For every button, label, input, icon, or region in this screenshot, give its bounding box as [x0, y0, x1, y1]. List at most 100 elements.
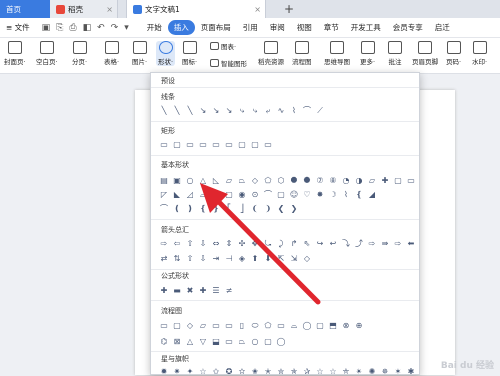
icon-button[interactable]: 图标·	[182, 41, 197, 66]
shape-option-icon[interactable]: ⇄	[159, 254, 169, 263]
shape-option-icon[interactable]: ❴	[354, 190, 364, 199]
shape-option-icon[interactable]: ▭	[211, 140, 221, 149]
shape-option-icon[interactable]: ⯃	[289, 176, 299, 185]
shape-option-icon[interactable]: ❵	[211, 204, 221, 213]
picture-button[interactable]: 图片·	[132, 41, 147, 66]
shape-option-icon[interactable]: ⊙	[250, 190, 260, 199]
shape-option-icon[interactable]: ◯	[276, 337, 286, 346]
shape-option-icon[interactable]: ◇	[302, 254, 312, 263]
shape-option-icon[interactable]: ↩	[328, 239, 338, 248]
shape-option-icon[interactable]: ⊗	[341, 321, 351, 330]
flowchart-button[interactable]: 流程图	[292, 41, 312, 66]
shape-option-icon[interactable]: ✸	[315, 190, 325, 199]
blank-page-button[interactable]: 空白页·	[36, 41, 58, 66]
shape-option-icon[interactable]: ↱	[289, 239, 299, 248]
shape-option-icon[interactable]: ⬠	[263, 321, 273, 330]
shape-option-icon[interactable]: ↘	[224, 106, 234, 115]
more-button[interactable]: 更多·	[360, 41, 375, 66]
shape-option-icon[interactable]: ◿	[185, 190, 195, 199]
shape-option-icon[interactable]: ❩	[263, 204, 273, 213]
shape-option-icon[interactable]: ○	[250, 337, 260, 346]
shape-option-icon[interactable]: ⌇	[341, 190, 351, 199]
tab-daoke[interactable]: 稻壳 ×	[50, 0, 118, 18]
shape-option-icon[interactable]: ▢	[172, 321, 182, 330]
shape-option-icon[interactable]: ⤷	[237, 106, 247, 115]
shape-option-icon[interactable]: ⊠	[172, 337, 182, 346]
shape-option-icon[interactable]: ◑	[354, 176, 364, 185]
shape-option-icon[interactable]: ⊣	[224, 254, 234, 263]
shape-option-icon[interactable]: ⌓	[289, 321, 299, 330]
tab-document[interactable]: 文字文稿1 ×	[126, 0, 266, 18]
shape-option-icon[interactable]: ▭	[224, 337, 234, 346]
preview-icon[interactable]: ◧	[83, 23, 92, 33]
shape-option-icon[interactable]: ❫	[185, 204, 195, 213]
shape-option-icon[interactable]: ↘	[211, 106, 221, 115]
close-icon[interactable]: ×	[106, 5, 113, 14]
shape-option-icon[interactable]: ⇦	[172, 239, 182, 248]
open-icon[interactable]: ⎘	[56, 23, 63, 33]
shape-option-icon[interactable]: ▢	[276, 190, 286, 199]
shape-option-icon[interactable]: ▭	[159, 140, 169, 149]
menu-review[interactable]: 审阅	[264, 22, 291, 33]
shape-option-icon[interactable]: △	[185, 337, 195, 346]
shape-option-icon[interactable]: ⬭	[250, 321, 260, 330]
shape-option-icon[interactable]: ◣	[172, 190, 182, 199]
menu-chapter[interactable]: 章节	[318, 22, 345, 33]
shape-option-icon[interactable]: ⬒	[328, 321, 338, 330]
shape-option-icon[interactable]: ❪	[172, 204, 182, 213]
shape-option-icon[interactable]: ≠	[224, 286, 234, 295]
shape-option-icon[interactable]: ✚	[198, 286, 208, 295]
menu-member[interactable]: 会员专享	[387, 22, 429, 33]
shape-option-icon[interactable]: ☺	[289, 190, 299, 199]
shape-option-icon[interactable]: ○	[185, 176, 195, 185]
shape-option-icon[interactable]: ⯄	[302, 176, 312, 185]
shape-option-icon[interactable]: ⤷	[250, 106, 260, 115]
shape-option-icon[interactable]: ▢	[237, 140, 247, 149]
shape-option-icon[interactable]: ⊕	[354, 321, 364, 330]
shape-option-icon[interactable]: ⤿	[263, 239, 273, 248]
shape-option-icon[interactable]: ↪	[315, 239, 325, 248]
shape-option-icon[interactable]: ▭	[263, 140, 273, 149]
smart-art-button[interactable]: 智能图形	[210, 58, 247, 68]
shape-option-icon[interactable]: ⇧	[185, 254, 195, 263]
shape-option-icon[interactable]: ⌒	[159, 204, 169, 213]
shape-option-icon[interactable]: ⎦	[237, 204, 247, 213]
file-menu[interactable]: ≡ 文件	[0, 22, 36, 33]
shape-option-icon[interactable]: ⌒	[263, 190, 273, 199]
cover-page-button[interactable]: 封面页·	[4, 41, 26, 66]
shape-option-icon[interactable]: ⇨	[393, 239, 403, 248]
shape-option-icon[interactable]: ⌬	[159, 337, 169, 346]
shape-option-icon[interactable]: ▭	[224, 321, 234, 330]
shape-option-icon[interactable]: ❨	[250, 204, 260, 213]
shape-option-icon[interactable]: △	[198, 176, 208, 185]
shape-button[interactable]: 形状·	[156, 41, 175, 66]
shape-option-icon[interactable]: ⤴	[354, 239, 364, 248]
shape-option-icon[interactable]: ⇧	[185, 239, 195, 248]
page-break-button[interactable]: 分页·	[72, 41, 87, 66]
page-number-button[interactable]: 页码·	[446, 41, 461, 66]
shape-option-icon[interactable]: ▱	[367, 176, 377, 185]
shape-option-icon[interactable]: ▤	[159, 176, 169, 185]
shape-option-icon[interactable]: ⇨	[367, 239, 377, 248]
shape-option-icon[interactable]: ╲	[185, 106, 195, 115]
shape-option-icon[interactable]: ▢	[393, 176, 403, 185]
shape-option-icon[interactable]: ▬	[172, 286, 182, 295]
shape-option-icon[interactable]: ↘	[198, 106, 208, 115]
shape-option-icon[interactable]: ⇅	[172, 254, 182, 263]
shape-option-icon[interactable]: ∿	[276, 106, 286, 115]
shape-option-icon[interactable]: ◉	[237, 190, 247, 199]
shape-option-icon[interactable]: ⬓	[211, 337, 221, 346]
shape-option-icon[interactable]: ⇖	[302, 239, 312, 248]
menu-developer[interactable]: 开发工具	[345, 22, 387, 33]
shape-option-icon[interactable]: ⬆	[250, 254, 260, 263]
menu-page-layout[interactable]: 页面布局	[195, 22, 237, 33]
chart-button[interactable]: 图表·	[210, 41, 236, 51]
shape-option-icon[interactable]: ▢	[224, 190, 234, 199]
shape-option-icon[interactable]: ✚	[380, 176, 390, 185]
shape-option-icon[interactable]: ⇲	[289, 254, 299, 263]
shape-option-icon[interactable]: ▭	[159, 321, 169, 330]
menu-reference[interactable]: 引用	[237, 22, 264, 33]
shape-option-icon[interactable]: ⎡	[224, 204, 234, 213]
docer-resources-button[interactable]: 稻壳资源	[258, 41, 284, 66]
shape-option-icon[interactable]: ⬇	[263, 254, 273, 263]
